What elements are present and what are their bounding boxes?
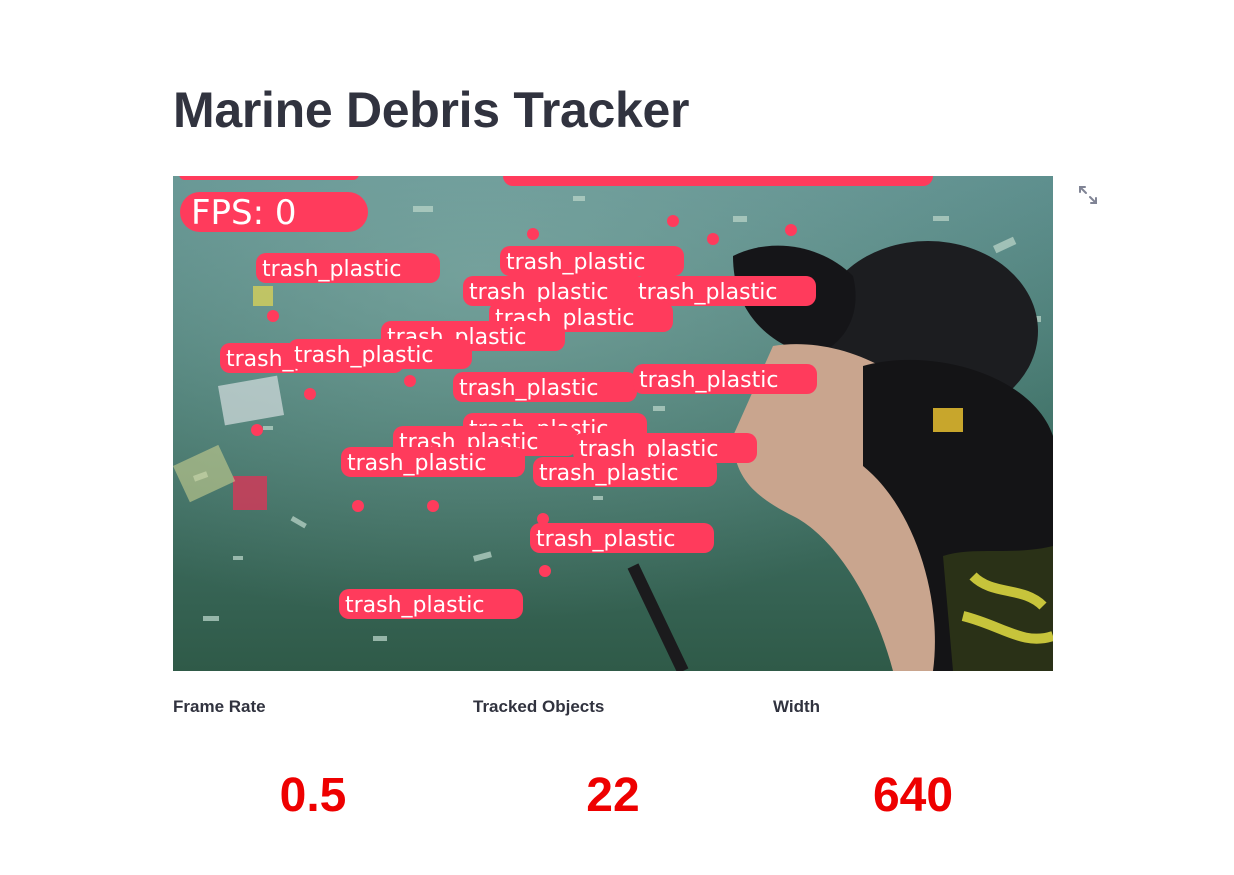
metric-label: Frame Rate [173,697,266,716]
metric-value: 0.5 [279,769,347,822]
detection-label: trash_plastic [341,447,525,477]
metric-value: 22 [586,769,640,822]
detection-label-text: trash_plastic [638,280,777,305]
detection-label-text: trash_plastic [347,451,486,476]
app-root: Marine Debris Tracker FPS: 0 trash_plast… [0,0,1234,875]
detection-label: trash_plastic [633,364,817,394]
detection-label-text: trash_plastic [539,461,678,486]
detection-label: trash_plastic [339,589,523,619]
fps-overlay-text: FPS: 0 [191,193,297,233]
detection-label: trash_plastic [533,457,717,487]
metric-frame-rate: Frame Rate 0.5 [173,696,453,822]
detection-label: trash_plastic [632,276,816,306]
detection-label-text: trash_plastic [536,527,675,552]
detection-label-text: trash_plastic [639,368,778,393]
fps-overlay: FPS: 0 [180,192,368,233]
detection-label-text: trash_plastic [345,593,484,618]
detection-label: trash_plastic [530,523,714,553]
detection-label-text: trash_plastic [469,280,608,305]
metric-value: 640 [872,769,954,822]
detection-label-text: trash_plastic [506,250,645,275]
metric-label: Tracked Objects [473,697,605,716]
metric-width: Width 640 [773,696,1053,822]
detection-label: trash_plastic [500,246,684,276]
fullscreen-button[interactable] [1076,183,1100,207]
detection-label: trash_plastic [463,276,647,306]
detection-label-text: trash_plastic [262,257,401,282]
metric-label: Width [773,697,821,716]
detection-label: trash_plastic [453,372,637,402]
detection-label-text: trash_plastic [294,343,433,368]
video-stream: FPS: 0 trash_plastic trash_plastic trash_p… [173,176,1053,671]
expand-arrows-icon [1079,186,1097,204]
detection-label: trash_plastic [256,253,440,283]
detection-label-text: trash_plastic [459,376,598,401]
page-title: Marine Debris Tracker [173,82,690,138]
metric-tracked-objects: Tracked Objects 22 [473,696,753,822]
detection-label: trash_plastic [288,339,472,369]
video-frame-image: FPS: 0 trash_plastic trash_plastic trash_p… [173,176,1053,671]
